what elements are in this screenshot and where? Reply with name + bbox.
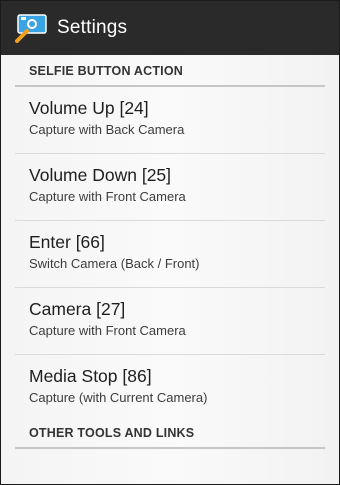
preference-title: Volume Down [25] xyxy=(29,165,172,185)
action-bar: Settings xyxy=(1,1,339,55)
preference-title: Enter [66] xyxy=(29,232,105,252)
preference-summary: Capture with Front Camera xyxy=(29,323,186,338)
preference-summary: Capture with Front Camera xyxy=(29,189,186,204)
preference-summary: Switch Camera (Back / Front) xyxy=(29,256,200,271)
selfie-stick-camera-icon[interactable] xyxy=(15,13,49,43)
preference-volume-down[interactable]: Volume Down [25] Capture with Front Came… xyxy=(15,154,325,221)
section-header-selfie-button-action: SELFIE BUTTON ACTION xyxy=(15,55,325,87)
preference-title: Volume Up [24] xyxy=(29,98,149,118)
section-header-other-tools-and-links: OTHER TOOLS AND LINKS xyxy=(15,422,325,449)
preference-camera[interactable]: Camera [27] Capture with Front Camera xyxy=(15,288,325,355)
preference-media-stop[interactable]: Media Stop [86] Capture (with Current Ca… xyxy=(15,355,325,422)
page-title: Settings xyxy=(57,17,128,38)
settings-screen: Settings SELFIE BUTTON ACTION Volume Up … xyxy=(0,0,340,485)
preference-volume-up[interactable]: Volume Up [24] Capture with Back Camera xyxy=(15,87,325,154)
preference-title: Media Stop [86] xyxy=(29,366,152,386)
preference-summary: Capture with Back Camera xyxy=(29,122,185,137)
preference-enter[interactable]: Enter [66] Switch Camera (Back / Front) xyxy=(15,221,325,288)
settings-list: Volume Up [24] Capture with Back Camera … xyxy=(15,87,325,422)
preference-summary: Capture (with Current Camera) xyxy=(29,390,208,405)
preference-title: Camera [27] xyxy=(29,299,126,319)
